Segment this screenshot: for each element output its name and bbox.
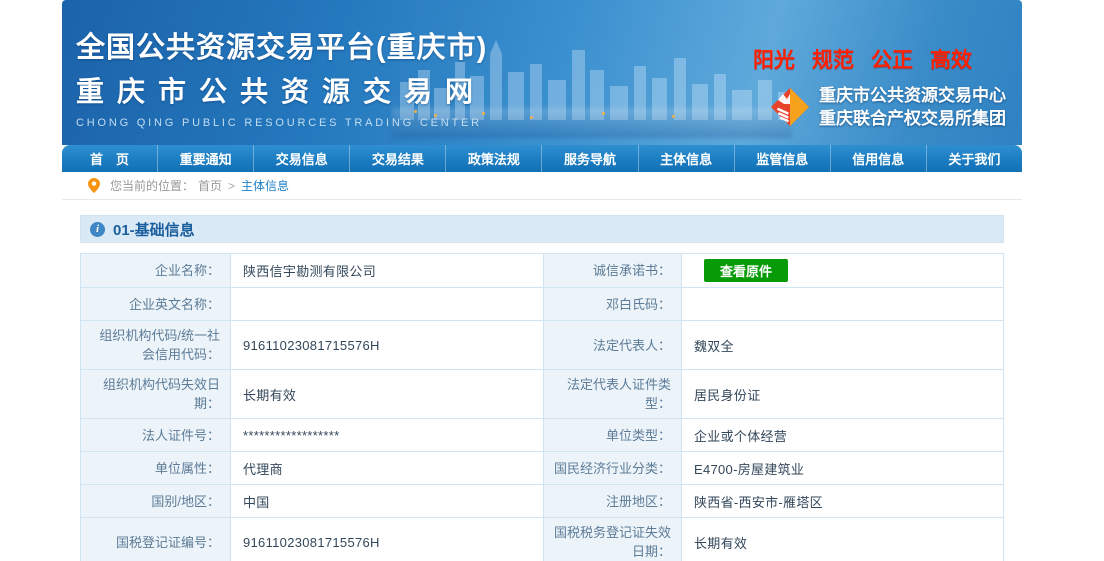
basic-info-table: 企业名称： 陕西信宇勘测有限公司 诚信承诺书： 查看原件 企业英文名称： 邓白氏码： 组织机… bbox=[80, 253, 1004, 561]
field-value: E4700-房屋建筑业 bbox=[681, 451, 1004, 485]
nav-item-9[interactable]: 信用信息 bbox=[829, 145, 926, 172]
field-value: 代理商 bbox=[230, 451, 544, 485]
nav-item-6[interactable]: 服务导航 bbox=[541, 145, 637, 172]
nav-item-7[interactable]: 主体信息 bbox=[637, 145, 734, 172]
org-block: 重庆市公共资源交易中心 重庆联合产权交易所集团 bbox=[770, 84, 1006, 130]
table-row: 企业英文名称： 邓白氏码： bbox=[80, 287, 1004, 321]
site-title-block: 全国公共资源交易平台(重庆市) 重庆市公共资源交易网 CHONG QING PU… bbox=[76, 24, 487, 129]
field-label: 国税登记证编号： bbox=[80, 517, 231, 561]
site-title-english: CHONG QING PUBLIC RESOURCES TRADING CENT… bbox=[76, 117, 482, 129]
org-logo-icon bbox=[771, 88, 809, 126]
field-label: 邓白氏码： bbox=[543, 287, 682, 321]
site-banner: 全国公共资源交易平台(重庆市) 重庆市公共资源交易网 CHONG QING PU… bbox=[62, 0, 1022, 145]
nav-item-4[interactable]: 交易结果 bbox=[349, 145, 445, 172]
table-row: 国税登记证编号： 91611023081715576H 国税税务登记证失效日期： 长期… bbox=[80, 517, 1004, 561]
breadcrumb-current-link[interactable]: 主体信息 bbox=[241, 177, 289, 194]
field-label: 诚信承诺书： bbox=[543, 253, 682, 288]
field-label: 企业名称： bbox=[80, 253, 231, 288]
field-label: 组织机构代码失效日期： bbox=[80, 369, 231, 419]
field-value bbox=[681, 287, 1004, 321]
field-label: 法定代表人证件类型： bbox=[543, 369, 682, 419]
field-value: 查看原件 bbox=[681, 253, 1004, 288]
nav-item-2[interactable]: 重要通知 bbox=[157, 145, 253, 172]
org-line2: 重庆联合产权交易所集团 bbox=[819, 109, 1006, 128]
field-value: 中国 bbox=[230, 484, 544, 518]
org-line1: 重庆市公共资源交易中心 bbox=[819, 86, 1006, 105]
field-label: 单位类型： bbox=[543, 418, 682, 452]
main-nav: 首 页重要通知 交易信息 交易结果 政策法规 服务导航 主体信息 监管信息 信用信息 关于我们 bbox=[62, 145, 1022, 172]
table-row: 组织机构代码失效日期： 长期有效 法定代表人证件类型： 居民身份证 bbox=[80, 369, 1004, 419]
slogan-word: 规范 bbox=[812, 49, 854, 72]
field-value: 魏双全 bbox=[681, 320, 1004, 370]
view-original-button[interactable]: 查看原件 bbox=[704, 259, 788, 282]
field-value: 91611023081715576H bbox=[230, 517, 544, 561]
breadcrumb-prefix: 您当前的位置： bbox=[110, 179, 195, 193]
breadcrumb: 您当前的位置： 首页 > 主体信息 bbox=[62, 172, 1022, 200]
table-row: 组织机构代码/统一社会信用代码： 91611023081715576H 法定代表人：… bbox=[80, 320, 1004, 370]
field-value bbox=[230, 287, 544, 321]
table-row: 法人证件号： ****************** 单位类型： 企业或个体经营 bbox=[80, 418, 1004, 452]
main-content: i 01-基础信息 企业名称： 陕西信宇勘测有限公司 诚信承诺书： 查看原件企业英文名… bbox=[62, 200, 1022, 561]
field-label: 法人证件号： bbox=[80, 418, 231, 452]
field-value: 长期有效 bbox=[230, 369, 544, 419]
field-value: 陕西省-西安市-雁塔区 bbox=[681, 484, 1004, 518]
table-row: 单位属性： 代理商 国民经济行业分类： E4700-房屋建筑业 bbox=[80, 451, 1004, 485]
nav-item-5[interactable]: 政策法规 bbox=[445, 145, 541, 172]
field-label: 注册地区： bbox=[543, 484, 682, 518]
site-title-line2: 重庆市公共资源交易网 bbox=[76, 76, 487, 107]
nav-item-10[interactable]: 关于我们 bbox=[925, 145, 1022, 172]
section-title: 01-基础信息 bbox=[113, 221, 195, 239]
field-value: 长期有效 bbox=[681, 517, 1004, 561]
field-label: 企业英文名称： bbox=[80, 287, 231, 321]
field-label: 国税税务登记证失效日期： bbox=[543, 517, 682, 561]
slogan-word: 公正 bbox=[871, 49, 913, 72]
field-label: 组织机构代码/统一社会信用代码： bbox=[80, 320, 231, 370]
section-header: i 01-基础信息 bbox=[80, 215, 1004, 243]
info-table-body: 企业名称： 陕西信宇勘测有限公司 诚信承诺书： 查看原件 企业英文名称： 邓白氏码： 组织机… bbox=[80, 253, 1004, 561]
nav-item-8[interactable]: 监管信息 bbox=[733, 145, 830, 172]
slogan: 阳光 规范 公正 高效 bbox=[753, 44, 972, 74]
breadcrumb-home-link[interactable]: 首页 bbox=[198, 177, 222, 194]
field-value: 企业或个体经营 bbox=[681, 418, 1004, 452]
page-container: 全国公共资源交易平台(重庆市) 重庆市公共资源交易网 CHONG QING PU… bbox=[62, 0, 1022, 561]
field-value: 91611023081715576H bbox=[230, 320, 544, 370]
field-value: 陕西信宇勘测有限公司 bbox=[230, 253, 544, 288]
field-label: 国民经济行业分类： bbox=[543, 451, 682, 485]
site-title-line1: 全国公共资源交易平台(重庆市) bbox=[76, 32, 488, 64]
nav-item-1[interactable]: 首 页 bbox=[62, 145, 157, 172]
nav-item-3[interactable]: 交易信息 bbox=[253, 145, 349, 172]
field-label: 国别/地区： bbox=[80, 484, 231, 518]
location-pin-icon bbox=[88, 178, 100, 193]
slogan-word: 高效 bbox=[930, 49, 972, 72]
slogan-word: 阳光 bbox=[753, 49, 795, 72]
field-value: ****************** bbox=[230, 418, 544, 452]
field-value: 居民身份证 bbox=[681, 369, 1004, 419]
info-circle-icon: i bbox=[90, 221, 105, 237]
table-row: 国别/地区： 中国 注册地区： 陕西省-西安市-雁塔区 bbox=[80, 484, 1004, 518]
field-label: 法定代表人： bbox=[543, 320, 682, 370]
breadcrumb-separator: > bbox=[228, 178, 236, 193]
table-row: 企业名称： 陕西信宇勘测有限公司 诚信承诺书： 查看原件 bbox=[80, 253, 1004, 288]
field-label: 单位属性： bbox=[80, 451, 231, 485]
